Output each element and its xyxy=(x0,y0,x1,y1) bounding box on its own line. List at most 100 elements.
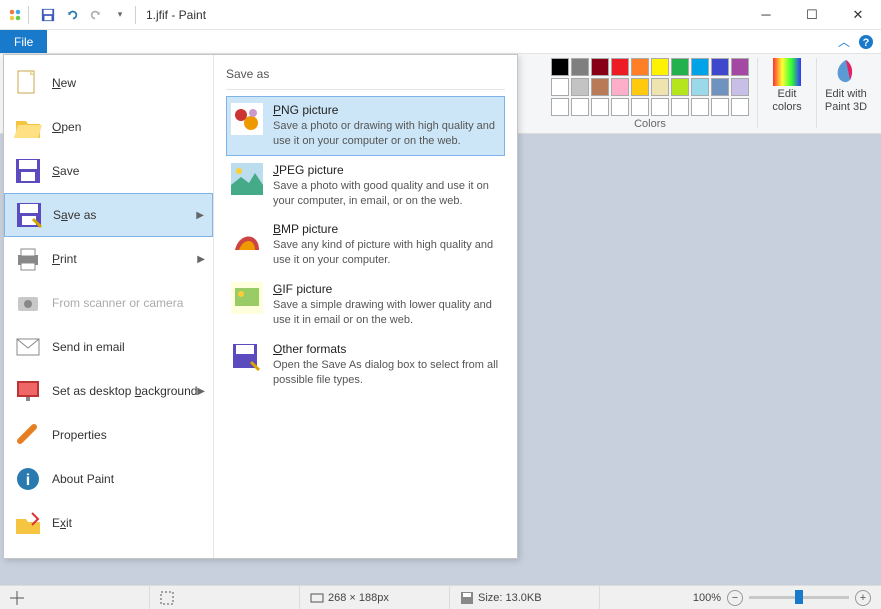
color-swatch[interactable] xyxy=(591,78,609,96)
menu-item-icon: i xyxy=(14,465,42,493)
undo-button[interactable] xyxy=(61,4,83,26)
zoom-in-button[interactable]: + xyxy=(855,590,871,606)
menu-item-label: Open xyxy=(52,120,81,134)
color-swatch[interactable] xyxy=(551,78,569,96)
color-swatch[interactable] xyxy=(671,78,689,96)
separator xyxy=(28,6,29,24)
file-menu-item-about-paint[interactable]: i About Paint xyxy=(4,457,213,501)
color-swatch[interactable] xyxy=(631,98,649,116)
color-swatch[interactable] xyxy=(711,58,729,76)
color-swatch[interactable] xyxy=(651,78,669,96)
menu-item-label: Print xyxy=(52,252,77,266)
format-description: Save any kind of picture with high quali… xyxy=(273,238,500,268)
menu-item-icon xyxy=(14,509,42,537)
save-as-gif-picture[interactable]: GIF pictureSave a simple drawing with lo… xyxy=(226,275,505,335)
format-description: Save a photo with good quality and use i… xyxy=(273,179,500,209)
save-as-jpeg-picture[interactable]: JPEG pictureSave a photo with good quali… xyxy=(226,156,505,216)
menu-item-label: Save xyxy=(52,164,79,178)
color-swatch[interactable] xyxy=(551,58,569,76)
color-swatch[interactable] xyxy=(711,98,729,116)
help-button[interactable]: ? xyxy=(855,30,877,53)
color-swatch[interactable] xyxy=(571,98,589,116)
title-bar: ▾ 1.jfif - Paint ─ ☐ ✕ xyxy=(0,0,881,30)
format-icon xyxy=(231,282,263,314)
format-icon xyxy=(231,163,263,195)
menu-item-label: Send in email xyxy=(52,340,125,354)
color-swatch[interactable] xyxy=(631,78,649,96)
format-title: PNG picture xyxy=(273,103,500,117)
color-swatch[interactable] xyxy=(691,98,709,116)
save-as-bmp-picture[interactable]: BMP picture Save any kind of picture with… xyxy=(226,215,505,275)
color-swatch[interactable] xyxy=(591,58,609,76)
close-button[interactable]: ✕ xyxy=(835,0,881,30)
color-swatch[interactable] xyxy=(731,58,749,76)
file-menu-item-print[interactable]: Print▶ xyxy=(4,237,213,281)
menu-item-icon xyxy=(14,333,42,361)
color-swatch[interactable] xyxy=(711,78,729,96)
file-menu-list: NewOpenSaveSave as▶Print▶From scanner or… xyxy=(4,55,214,558)
file-tab[interactable]: File xyxy=(0,30,47,53)
color-swatch[interactable] xyxy=(691,78,709,96)
color-swatch[interactable] xyxy=(731,98,749,116)
color-swatch[interactable] xyxy=(671,98,689,116)
file-menu-item-properties[interactable]: Properties xyxy=(4,413,213,457)
color-swatch[interactable] xyxy=(611,78,629,96)
minimize-button[interactable]: ─ xyxy=(743,0,789,30)
menu-item-label: Save as xyxy=(53,208,96,222)
save-as-header: Save as xyxy=(226,63,505,90)
format-title: Other formats xyxy=(273,342,500,356)
menu-item-icon xyxy=(14,289,42,317)
submenu-arrow-icon: ▶ xyxy=(196,210,204,221)
menu-item-label: From scanner or camera xyxy=(52,296,183,310)
submenu-arrow-icon: ▶ xyxy=(197,386,205,397)
zoom-out-button[interactable]: − xyxy=(727,590,743,606)
file-menu-item-send-in-email[interactable]: Send in email xyxy=(4,325,213,369)
edit-colors-button[interactable]: Edit colors xyxy=(760,54,814,117)
color-swatch[interactable] xyxy=(651,58,669,76)
selection-size-cell xyxy=(150,586,300,609)
colors-group: Colors xyxy=(545,54,755,130)
file-menu-item-open[interactable]: Open xyxy=(4,105,213,149)
separator xyxy=(135,6,136,24)
save-as-other-formats[interactable]: Other formatsOpen the Save As dialog box… xyxy=(226,335,505,395)
format-icon xyxy=(231,222,263,254)
color-swatch[interactable] xyxy=(551,98,569,116)
color-swatch[interactable] xyxy=(691,58,709,76)
file-menu-item-save[interactable]: Save xyxy=(4,149,213,193)
menu-item-label: Exit xyxy=(52,516,72,530)
menu-item-icon xyxy=(14,157,42,185)
zoom-thumb[interactable] xyxy=(795,590,803,604)
color-swatch[interactable] xyxy=(631,58,649,76)
color-swatch[interactable] xyxy=(611,98,629,116)
file-menu-item-new[interactable]: New xyxy=(4,61,213,105)
selection-icon xyxy=(160,591,174,605)
format-title: BMP picture xyxy=(273,222,500,236)
file-menu-item-save-as[interactable]: Save as ▶ xyxy=(4,193,213,237)
ribbon-collapse-icon[interactable]: ︿ xyxy=(833,30,855,53)
color-swatch[interactable] xyxy=(571,78,589,96)
maximize-button[interactable]: ☐ xyxy=(789,0,835,30)
file-menu: NewOpenSaveSave as▶Print▶From scanner or… xyxy=(3,54,518,559)
group-label-colors: Colors xyxy=(634,118,666,130)
file-menu-item-exit[interactable]: Exit xyxy=(4,501,213,545)
zoom-control: 100% − + xyxy=(683,590,881,606)
paint3d-icon xyxy=(832,58,860,86)
color-swatch[interactable] xyxy=(571,58,589,76)
menu-item-label: About Paint xyxy=(52,472,114,486)
color-swatch[interactable] xyxy=(651,98,669,116)
save-as-png-picture[interactable]: PNG pictureSave a photo or drawing with … xyxy=(226,96,505,156)
menu-item-icon xyxy=(14,377,42,405)
color-swatch[interactable] xyxy=(671,58,689,76)
status-bar: 268 × 188px Size: 13.0KB 100% − + xyxy=(0,585,881,609)
file-menu-item-set-as-desktop-background[interactable]: Set as desktop background▶ xyxy=(4,369,213,413)
color-swatch[interactable] xyxy=(611,58,629,76)
menu-item-label: Set as desktop background xyxy=(52,384,197,398)
qat-customize[interactable]: ▾ xyxy=(109,4,131,26)
color-swatch[interactable] xyxy=(731,78,749,96)
paint-3d-button[interactable]: Edit with Paint 3D xyxy=(819,54,873,117)
zoom-slider[interactable] xyxy=(749,596,849,599)
color-swatch[interactable] xyxy=(591,98,609,116)
format-description: Save a simple drawing with lower quality… xyxy=(273,298,500,328)
redo-button[interactable] xyxy=(85,4,107,26)
save-button[interactable] xyxy=(37,4,59,26)
